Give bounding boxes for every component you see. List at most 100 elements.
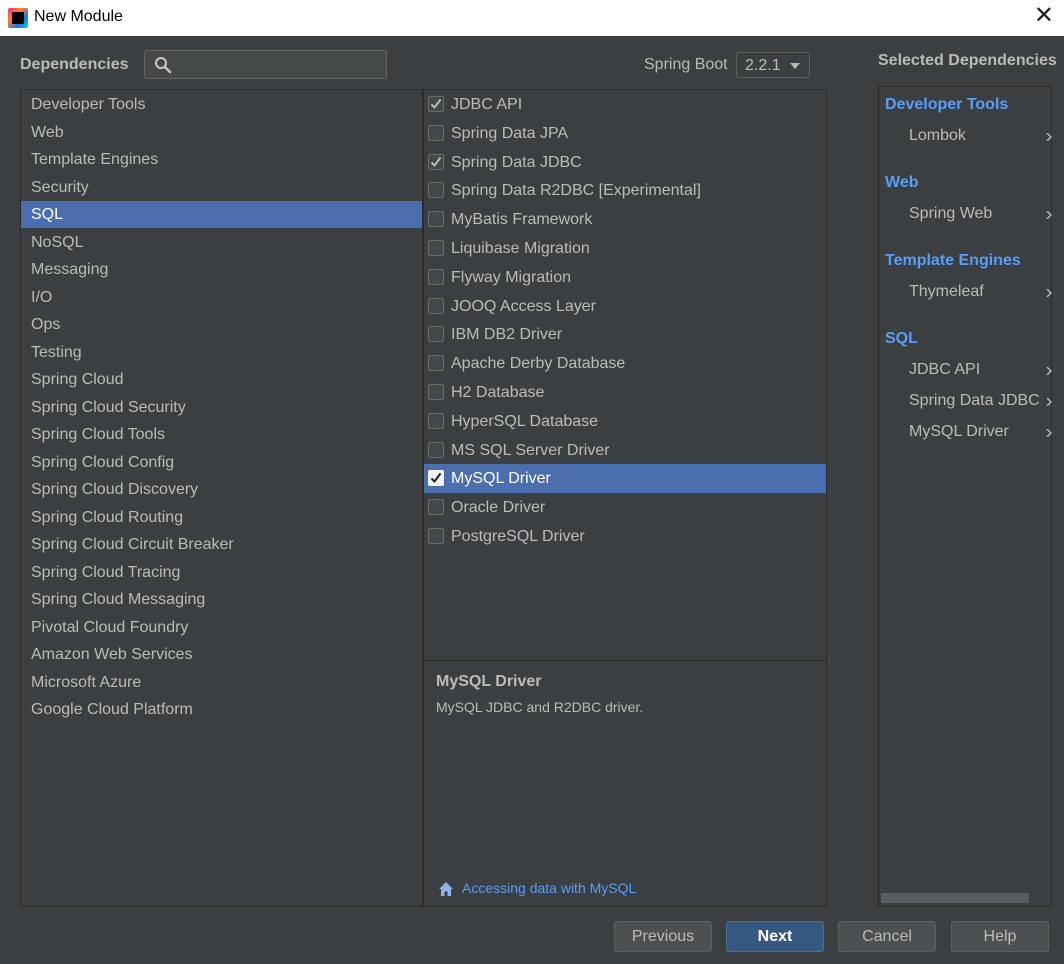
category-item[interactable]: Spring Cloud Security [21, 394, 422, 421]
category-item[interactable]: Spring Cloud [21, 366, 422, 393]
guide-link-text: Accessing data with MySQL [462, 880, 637, 896]
dependency-checkbox[interactable] [428, 240, 444, 256]
checkmark-icon [430, 156, 442, 167]
category-item[interactable]: Amazon Web Services [21, 641, 422, 668]
category-item[interactable]: Spring Cloud Messaging [21, 586, 422, 613]
dependency-checkbox[interactable] [428, 412, 444, 429]
dependency-item[interactable]: PostgreSQL Driver [424, 522, 826, 551]
dependency-checkbox[interactable] [428, 441, 444, 458]
chevron-right-icon [1046, 398, 1052, 406]
category-item[interactable]: I/O [21, 284, 422, 311]
dependency-name: Spring Data JDBC [451, 153, 582, 171]
category-item[interactable]: Developer Tools [21, 91, 422, 118]
category-item[interactable]: Spring Cloud Tools [21, 421, 422, 448]
dependency-item[interactable]: IBM DB2 Driver [424, 320, 826, 349]
dependency-checkbox[interactable] [428, 153, 444, 170]
selected-dependency-item[interactable]: Spring Data JDBC [909, 392, 1049, 410]
search-box[interactable] [144, 50, 387, 79]
dependency-item[interactable]: Spring Data R2DBC [Experimental] [424, 176, 826, 205]
dependency-name: MySQL Driver [451, 470, 551, 488]
selected-group-title: Developer Tools [885, 96, 1009, 113]
dependency-checkbox[interactable] [428, 297, 444, 314]
selected-group-title: Template Engines [885, 252, 1021, 269]
category-item[interactable]: Google Cloud Platform [21, 696, 422, 723]
category-item[interactable]: Messaging [21, 256, 422, 283]
dependency-name: H2 Database [451, 384, 545, 401]
selected-dependencies-panel: Developer Tools Lombok Web Spring Web Templa… [878, 86, 1052, 907]
dependency-checkbox[interactable] [428, 268, 444, 285]
dependency-checkbox[interactable] [428, 384, 444, 400]
category-item[interactable]: SQL [21, 201, 422, 228]
dependency-name: Oracle Driver [451, 499, 546, 517]
spring-boot-version-select[interactable]: 2.2.1 [736, 52, 810, 78]
title-bar: New Module ✕ [0, 0, 1064, 36]
category-item[interactable]: Template Engines [21, 146, 422, 173]
close-icon[interactable]: ✕ [1034, 2, 1054, 30]
chevron-right-icon [1046, 429, 1052, 437]
dependency-item[interactable]: JOOQ Access Layer [424, 292, 826, 321]
category-item[interactable]: Spring Cloud Circuit Breaker [21, 531, 422, 558]
dependency-item[interactable]: MySQL Driver [424, 464, 826, 494]
dependency-checkbox[interactable] [428, 499, 444, 516]
dependency-checkbox[interactable] [428, 96, 444, 112]
chevron-right-icon [1046, 289, 1052, 297]
help-button[interactable]: Help [951, 921, 1049, 952]
dependencies-label: Dependencies [20, 56, 129, 73]
selected-dependency-item[interactable]: Thymeleaf [909, 283, 1049, 301]
category-item[interactable]: Security [21, 174, 422, 201]
dependency-name: PostgreSQL Driver [451, 528, 585, 545]
category-item[interactable]: Spring Cloud Routing [21, 504, 422, 531]
dependency-item[interactable]: HyperSQL Database [424, 407, 826, 436]
dependency-item[interactable]: Spring Data JPA [424, 119, 826, 148]
selected-dependency-item[interactable]: Lombok [909, 127, 1049, 145]
spring-boot-version-value: 2.2.1 [745, 57, 781, 74]
dependency-checkbox[interactable] [428, 470, 444, 487]
dependency-name: JOOQ Access Layer [451, 297, 596, 315]
dependency-item[interactable]: JDBC API [424, 90, 826, 119]
previous-button[interactable]: Previous [614, 921, 712, 952]
checkmark-icon [430, 98, 442, 110]
category-item[interactable]: Spring Cloud Tracing [21, 559, 422, 586]
category-item[interactable]: Spring Cloud Discovery [21, 476, 422, 503]
selected-dependency-item[interactable]: JDBC API [909, 361, 1049, 379]
search-input[interactable] [179, 54, 383, 77]
next-button[interactable]: Next [726, 921, 824, 952]
dependency-item[interactable]: MS SQL Server Driver [424, 436, 826, 465]
category-item[interactable]: Microsoft Azure [21, 669, 422, 696]
dependency-item[interactable]: H2 Database [424, 378, 826, 407]
horizontal-scrollbar[interactable] [881, 893, 1029, 903]
category-item[interactable]: Spring Cloud Config [21, 449, 422, 476]
dependency-checkbox[interactable] [428, 182, 444, 199]
dependency-name: Liquibase Migration [451, 240, 590, 257]
dependency-item[interactable]: Oracle Driver [424, 493, 826, 522]
chevron-right-icon [1046, 133, 1052, 141]
category-item[interactable]: Web [21, 119, 422, 146]
dependency-checkbox[interactable] [428, 528, 444, 544]
dependency-name: Flyway Migration [451, 268, 572, 286]
dependency-item[interactable]: MyBatis Framework [424, 205, 826, 234]
dependency-item[interactable]: Liquibase Migration [424, 234, 826, 263]
dependency-checkbox[interactable] [428, 211, 444, 228]
category-item[interactable]: Testing [21, 339, 422, 366]
dependency-checkbox[interactable] [428, 326, 444, 343]
dependency-item[interactable]: Spring Data JDBC [424, 148, 826, 177]
selected-dependency-item[interactable]: Spring Web [909, 205, 1049, 223]
dependency-name: Apache Derby Database [451, 355, 626, 373]
dependency-name: IBM DB2 Driver [451, 326, 563, 344]
category-item[interactable]: Pivotal Cloud Foundry [21, 614, 422, 641]
chevron-down-icon [790, 63, 800, 69]
cancel-button[interactable]: Cancel [838, 921, 936, 952]
dependency-checkbox[interactable] [428, 355, 444, 372]
description-text: MySQL JDBC and R2DBC driver. [436, 699, 644, 715]
dependency-list: JDBC API Spring Data JPA Spring Data JDBC S… [423, 89, 827, 661]
category-list: Developer Tools Web Template Engines Securi… [20, 89, 423, 907]
dependency-name: HyperSQL Database [451, 412, 599, 430]
selected-dependency-item[interactable]: MySQL Driver [909, 423, 1049, 441]
category-item[interactable]: NoSQL [21, 229, 422, 256]
selected-group-title: SQL [885, 330, 918, 347]
dependency-item[interactable]: Flyway Migration [424, 263, 826, 292]
dependency-item[interactable]: Apache Derby Database [424, 349, 826, 378]
category-item[interactable]: Ops [21, 311, 422, 338]
dependency-name: Spring Data JPA [451, 124, 569, 142]
dependency-checkbox[interactable] [428, 124, 444, 141]
